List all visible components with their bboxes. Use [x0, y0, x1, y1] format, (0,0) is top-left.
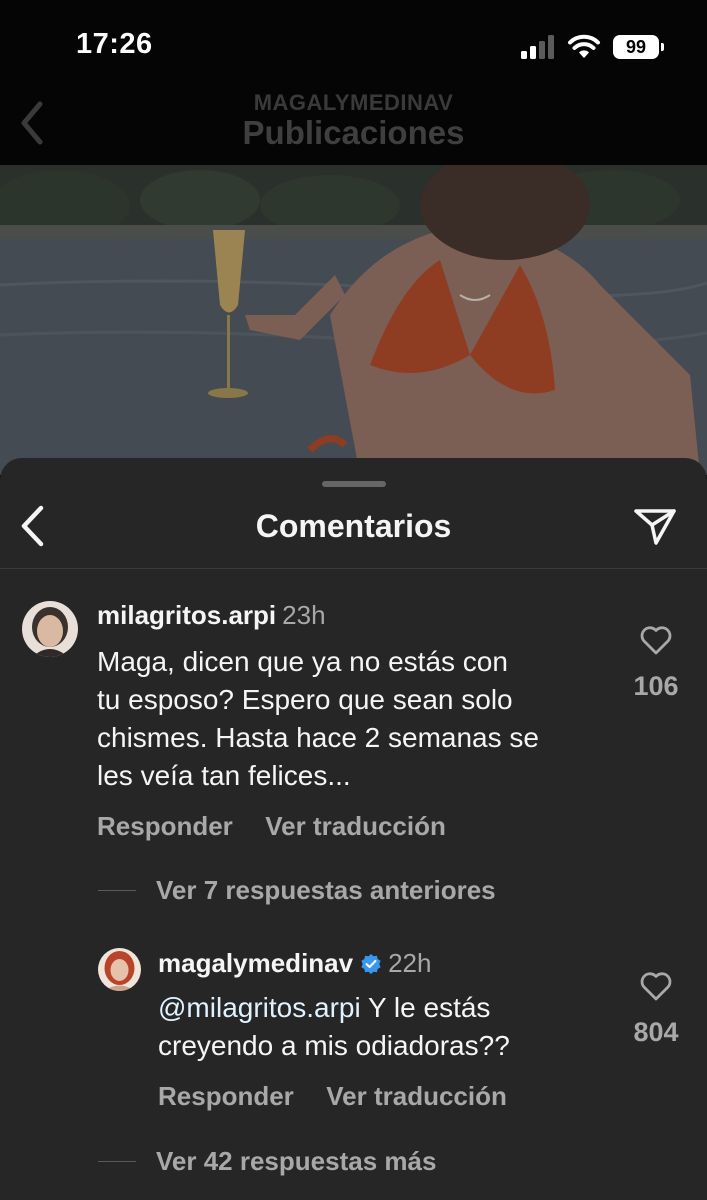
page-title: Publicaciones — [242, 114, 465, 151]
view-previous-replies-button[interactable]: Ver 7 respuestas anteriores — [156, 875, 496, 906]
like-count: 804 — [633, 1017, 679, 1047]
avatar[interactable] — [98, 948, 141, 991]
post-photo[interactable] — [0, 165, 707, 475]
status-icons: 99 — [521, 34, 664, 60]
reply-button[interactable]: Responder — [158, 1081, 294, 1111]
translate-button[interactable]: Ver traducción — [326, 1081, 507, 1111]
comment-text-line: chismes. Hasta hace 2 semanas se — [97, 722, 539, 753]
battery-level: 99 — [625, 36, 647, 57]
like-count: 106 — [633, 671, 679, 701]
reply-text-segment: Y le estás — [360, 992, 491, 1023]
battery-icon: 99 — [613, 35, 664, 59]
comment-text-line: les veía tan felices... — [97, 760, 351, 791]
reply-actions: Responder Ver traducción — [158, 1081, 507, 1112]
reply-text-line: @milagritos.arpi Y le estás — [158, 989, 598, 1027]
thread-line — [98, 1161, 136, 1162]
comment-text-line: Maga, dicen que ya no estás con — [97, 646, 508, 677]
wifi-icon — [568, 34, 600, 58]
reply-button[interactable]: Responder — [97, 811, 233, 841]
avatar-image — [22, 601, 78, 657]
status-time: 17:26 — [76, 28, 153, 60]
share-icon[interactable] — [632, 507, 678, 547]
comment-header: milagritos.arpi 23h — [97, 600, 326, 631]
verified-badge-icon — [361, 953, 381, 974]
heart-icon[interactable] — [639, 970, 673, 1002]
cellular-signal-icon — [521, 35, 554, 59]
avatar[interactable] — [22, 601, 78, 657]
mention-link[interactable]: @milagritos.arpi — [158, 992, 361, 1023]
comment-time: 23h — [282, 600, 326, 630]
sheet-title: Comentarios — [255, 508, 452, 544]
post-photo-illustration — [0, 165, 707, 475]
reply-username[interactable]: magalymedinav — [158, 948, 353, 979]
reply-text: @milagritos.arpi Y le estás creyendo a m… — [158, 989, 598, 1065]
comment-username[interactable]: milagritos.arpi — [97, 600, 276, 630]
view-more-replies-button[interactable]: Ver 42 respuestas más — [156, 1146, 436, 1177]
reply-text-line: creyendo a mis odiadoras?? — [158, 1030, 510, 1061]
status-bar: 17:26 99 — [0, 0, 707, 90]
header-username: MAGALYMEDINAV — [253, 90, 454, 115]
heart-icon[interactable] — [639, 624, 673, 656]
comment-text-line: tu esposo? Espero que sean solo — [97, 684, 513, 715]
comment-text: Maga, dicen que ya no estás con tu espos… — [97, 643, 627, 795]
thread-line — [98, 890, 136, 891]
comment-actions: Responder Ver traducción — [97, 811, 446, 842]
drag-handle[interactable] — [322, 481, 386, 487]
translate-button[interactable]: Ver traducción — [265, 811, 446, 841]
comments-sheet: Comentarios milagritos.arpi 23h Maga, dic… — [0, 458, 707, 1200]
reply-time: 22h — [388, 948, 432, 978]
reply-header: magalymedinav 22h — [158, 948, 431, 979]
avatar-image — [98, 948, 141, 991]
nav-header: MAGALYMEDINAV Publicaciones — [0, 90, 707, 165]
sheet-divider — [0, 568, 707, 569]
